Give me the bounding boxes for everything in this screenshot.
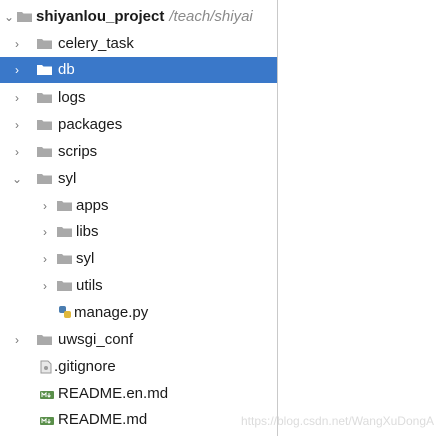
folder-icon — [57, 227, 72, 237]
tree-item-label: packages — [58, 116, 123, 133]
folder-icon — [37, 39, 52, 49]
project-path: /teach/shiyai — [169, 8, 253, 25]
folder-icon — [37, 147, 52, 157]
markdown-file-icon — [40, 391, 54, 399]
python-file-icon — [59, 306, 71, 318]
tree-row-syl-inner[interactable]: › syl — [0, 246, 277, 272]
tree-row-packages[interactable]: › packages — [0, 112, 277, 138]
tree-item-label: db — [58, 61, 75, 78]
tree-item-label: scrips — [58, 143, 98, 160]
tree-item-label: apps — [76, 197, 109, 214]
folder-icon — [37, 65, 52, 75]
chevron-right-icon[interactable]: › — [11, 144, 23, 160]
tree-item-label: README.md — [58, 411, 148, 428]
project-label: shiyanlou_project/teach/shiyai — [36, 7, 253, 27]
folder-icon — [17, 12, 32, 22]
tree-item-label: celery_task — [58, 35, 134, 52]
chevron-down-icon[interactable]: ⌄ — [11, 171, 23, 187]
tree-row-manage-py[interactable]: manage.py — [0, 300, 277, 326]
chevron-right-icon[interactable]: › — [39, 224, 51, 240]
tree-item-label: logs — [58, 89, 86, 106]
chevron-right-icon[interactable]: › — [39, 251, 51, 267]
tree-row-libs[interactable]: › libs — [0, 219, 277, 245]
tree-row-celery-task[interactable]: › celery_task — [0, 31, 277, 57]
tree-item-label: utils — [76, 277, 103, 294]
tree-row-utils[interactable]: › utils — [0, 273, 277, 299]
markdown-file-icon — [40, 417, 54, 425]
watermark-text: https://blog.csdn.net/WangXuDongA — [240, 414, 434, 428]
chevron-right-icon[interactable]: › — [11, 117, 23, 133]
tree-item-label: libs — [76, 223, 99, 240]
tree-item-label: .gitignore — [54, 358, 116, 375]
chevron-right-icon[interactable]: › — [11, 36, 23, 52]
tree-row-readme-en[interactable]: README.en.md — [0, 381, 277, 407]
gitignore-file-icon — [40, 360, 52, 374]
folder-icon — [37, 120, 52, 130]
tree-row-apps[interactable]: › apps — [0, 193, 277, 219]
tree-item-label: uwsgi_conf — [58, 331, 134, 348]
chevron-right-icon[interactable]: › — [11, 332, 23, 348]
folder-icon — [37, 93, 52, 103]
tree-item-label: syl — [76, 250, 95, 267]
tree-item-label: syl — [58, 170, 77, 187]
folder-icon — [37, 174, 52, 184]
folder-icon — [57, 281, 72, 291]
folder-icon — [57, 201, 72, 211]
tree-row-syl[interactable]: ⌄ syl — [0, 166, 277, 192]
tree-item-label: manage.py — [74, 304, 149, 321]
tree-row-logs[interactable]: › logs — [0, 85, 277, 111]
tree-row-readme[interactable]: README.md — [0, 407, 277, 433]
project-tree: ⌄ shiyanlou_project/teach/shiyai › celer… — [0, 0, 446, 436]
chevron-right-icon[interactable]: › — [11, 62, 23, 78]
tree-row-scrips[interactable]: › scrips — [0, 139, 277, 165]
chevron-right-icon[interactable]: › — [39, 198, 51, 214]
tree-row-uwsgi-conf[interactable]: › uwsgi_conf — [0, 327, 277, 353]
chevron-right-icon[interactable]: › — [39, 278, 51, 294]
chevron-right-icon[interactable]: › — [11, 90, 23, 106]
folder-icon — [57, 254, 72, 264]
tree-row-db[interactable]: › db — [0, 57, 277, 83]
tree-row-project-root[interactable]: ⌄ shiyanlou_project/teach/shiyai — [0, 4, 277, 30]
panel-divider — [277, 0, 278, 436]
tree-row-gitignore[interactable]: .gitignore — [0, 354, 277, 380]
folder-icon — [37, 335, 52, 345]
chevron-down-icon[interactable]: ⌄ — [3, 9, 15, 25]
tree-item-label: README.en.md — [58, 385, 169, 402]
project-name: shiyanlou_project — [36, 8, 165, 25]
